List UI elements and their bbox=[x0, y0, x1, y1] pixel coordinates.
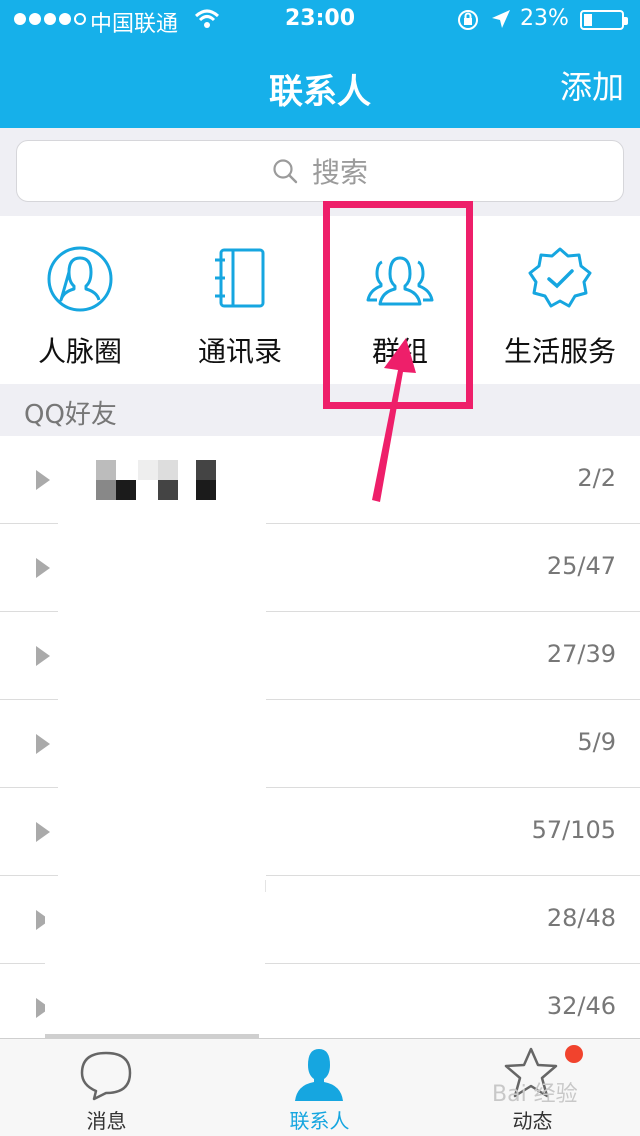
tab-contacts[interactable]: 联系人 bbox=[213, 1039, 426, 1136]
tab-label: 消息 bbox=[86, 1109, 127, 1133]
contact-person-icon bbox=[295, 1049, 343, 1101]
tab-messages[interactable]: 消息 bbox=[0, 1039, 213, 1136]
pointer-arrow-icon bbox=[372, 338, 416, 502]
tab-label: 动态 bbox=[512, 1109, 553, 1133]
chat-bubble-icon bbox=[80, 1051, 132, 1101]
watermark: Bai 经验 bbox=[492, 1082, 578, 1107]
tab-label: 联系人 bbox=[289, 1109, 350, 1133]
notification-badge bbox=[565, 1045, 583, 1063]
